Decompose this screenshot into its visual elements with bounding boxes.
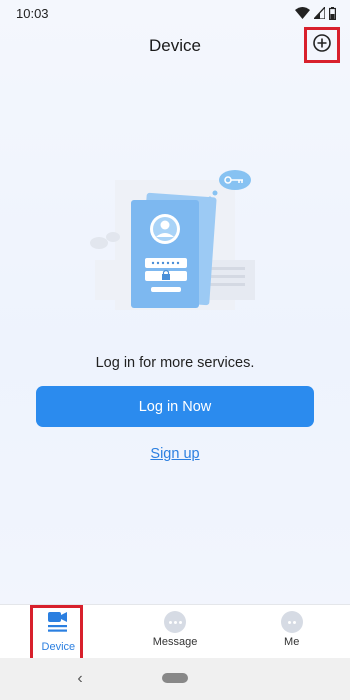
plus-circle-icon xyxy=(312,33,332,58)
battery-icon xyxy=(329,6,336,20)
system-nav-bar: ‹ xyxy=(0,658,350,700)
nav-item-message[interactable]: Message xyxy=(117,605,234,658)
page-title: Device xyxy=(149,36,201,55)
add-device-button[interactable] xyxy=(304,27,340,63)
screen: 10:03 Device Log in for more services. L… xyxy=(0,0,350,700)
profile-bubble-icon xyxy=(280,611,303,633)
signup-link[interactable]: Sign up xyxy=(150,446,199,462)
status-icons xyxy=(295,6,336,20)
home-button[interactable] xyxy=(150,668,200,690)
chat-bubble-icon xyxy=(164,611,186,633)
header: Device xyxy=(0,26,350,66)
signup-link-wrap: Sign up xyxy=(0,446,350,462)
login-illustration xyxy=(75,165,275,315)
signal-icon xyxy=(314,7,325,19)
login-prompt-text: Log in for more services. xyxy=(95,355,255,371)
nav-label-me: Me xyxy=(284,636,300,648)
nav-label-message: Message xyxy=(152,636,198,648)
status-time: 10:03 xyxy=(16,5,49,21)
home-pill-icon xyxy=(162,673,188,683)
nav-item-me[interactable]: Me xyxy=(233,605,350,658)
bottom-nav: Device Message Me xyxy=(0,604,350,663)
back-chevron-icon: ‹ xyxy=(77,670,83,687)
login-now-button[interactable]: Log in Now xyxy=(36,386,314,427)
nav-item-device[interactable]: Device xyxy=(0,605,117,663)
highlight-box xyxy=(30,605,83,663)
back-button[interactable]: ‹ xyxy=(70,668,90,690)
status-bar: 10:03 xyxy=(0,0,350,26)
wifi-icon xyxy=(295,7,310,19)
